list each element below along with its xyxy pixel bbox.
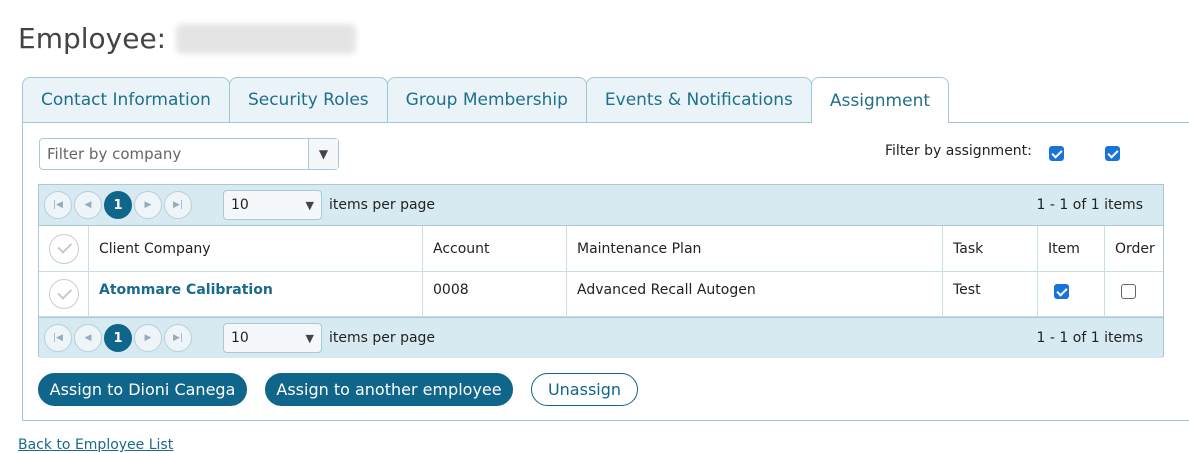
- per-page-label: items per page: [329, 197, 436, 213]
- next-page-icon[interactable]: ▶: [134, 191, 162, 219]
- tab-assignment[interactable]: Assignment: [810, 77, 950, 123]
- first-page-icon[interactable]: |◀: [44, 191, 72, 219]
- column-header-order[interactable]: Order: [1105, 226, 1163, 271]
- assign-to-another-employee-button[interactable]: Assign to another employee: [265, 373, 513, 406]
- per-page-value: 10: [231, 197, 249, 213]
- column-header-maintenance-plan[interactable]: Maintenance Plan: [567, 226, 943, 271]
- tab-group-membership[interactable]: Group Membership: [386, 77, 587, 122]
- assignment-filter-item-checkbox[interactable]: [1049, 146, 1064, 161]
- per-page-value: 10: [231, 330, 249, 346]
- item-checkbox[interactable]: [1054, 284, 1069, 299]
- column-header-account[interactable]: Account: [423, 226, 567, 271]
- row-select-check-icon[interactable]: [48, 279, 79, 309]
- company-filter-select[interactable]: Filter by company ▼: [39, 138, 339, 170]
- table-row: Atommare Calibration 0008 Advanced Recal…: [39, 272, 1163, 317]
- tab-events-notifications[interactable]: Events & Notifications: [585, 77, 812, 122]
- pager-range: 1 - 1 of 1 items: [1036, 197, 1143, 213]
- table-header: Client Company Account Maintenance Plan …: [39, 226, 1163, 272]
- order-cell: [1105, 272, 1163, 316]
- chevron-down-icon: ▼: [305, 198, 314, 212]
- page-title-text: Employee:: [18, 22, 167, 55]
- assignment-grid: |◀ ◀ 1 ▶ ▶| 10 ▼ items per page 1 - 1 of…: [38, 184, 1164, 358]
- redacted-employee-name: [176, 23, 357, 54]
- page-number-button[interactable]: 1: [104, 324, 132, 352]
- column-header-task[interactable]: Task: [943, 226, 1038, 271]
- per-page-label: items per page: [329, 330, 436, 346]
- last-page-icon[interactable]: ▶|: [164, 191, 192, 219]
- order-checkbox[interactable]: [1121, 284, 1136, 299]
- tab-security-roles[interactable]: Security Roles: [228, 77, 388, 122]
- tab-bar: Contact Information Security Roles Group…: [22, 77, 950, 123]
- column-header-client-company[interactable]: Client Company: [89, 226, 423, 271]
- prev-page-icon[interactable]: ◀: [74, 324, 102, 352]
- last-page-icon[interactable]: ▶|: [164, 324, 192, 352]
- assign-to-self-button[interactable]: Assign to Dioni Canega: [38, 373, 247, 406]
- company-filter-placeholder: Filter by company: [47, 145, 182, 163]
- first-page-icon[interactable]: |◀: [44, 324, 72, 352]
- pager-top: |◀ ◀ 1 ▶ ▶| 10 ▼ items per page 1 - 1 of…: [39, 185, 1163, 226]
- per-page-select[interactable]: 10 ▼: [223, 323, 322, 353]
- prev-page-icon[interactable]: ◀: [74, 191, 102, 219]
- tab-contact-information[interactable]: Contact Information: [22, 77, 230, 122]
- page-number-button[interactable]: 1: [104, 191, 132, 219]
- select-all-cell: [39, 226, 89, 271]
- unassign-button[interactable]: Unassign: [531, 373, 638, 406]
- chevron-down-icon: ▼: [305, 331, 314, 345]
- account-cell: 0008: [423, 272, 567, 316]
- assignment-filter-order-checkbox[interactable]: [1105, 146, 1120, 161]
- task-cell: Test: [943, 272, 1038, 316]
- company-link[interactable]: Atommare Calibration: [99, 282, 273, 298]
- pager-range: 1 - 1 of 1 items: [1036, 330, 1143, 346]
- item-cell: [1038, 272, 1105, 316]
- assignment-filter-label: Filter by assignment:: [885, 143, 1032, 159]
- assignment-panel: Filter by company ▼ Filter by assignment…: [22, 122, 1189, 421]
- select-all-check-icon[interactable]: [48, 233, 79, 264]
- column-header-item[interactable]: Item: [1038, 226, 1105, 271]
- maintenance-plan-cell: Advanced Recall Autogen: [567, 272, 943, 316]
- chevron-down-icon[interactable]: ▼: [308, 139, 338, 169]
- row-select-cell: [39, 272, 89, 316]
- company-cell: Atommare Calibration: [89, 272, 423, 316]
- back-to-employee-list-link[interactable]: Back to Employee List: [18, 437, 173, 453]
- next-page-icon[interactable]: ▶: [134, 324, 162, 352]
- page-title: Employee:: [18, 22, 357, 55]
- pager-bottom: |◀ ◀ 1 ▶ ▶| 10 ▼ items per page 1 - 1 of…: [39, 317, 1163, 358]
- per-page-select[interactable]: 10 ▼: [223, 190, 322, 220]
